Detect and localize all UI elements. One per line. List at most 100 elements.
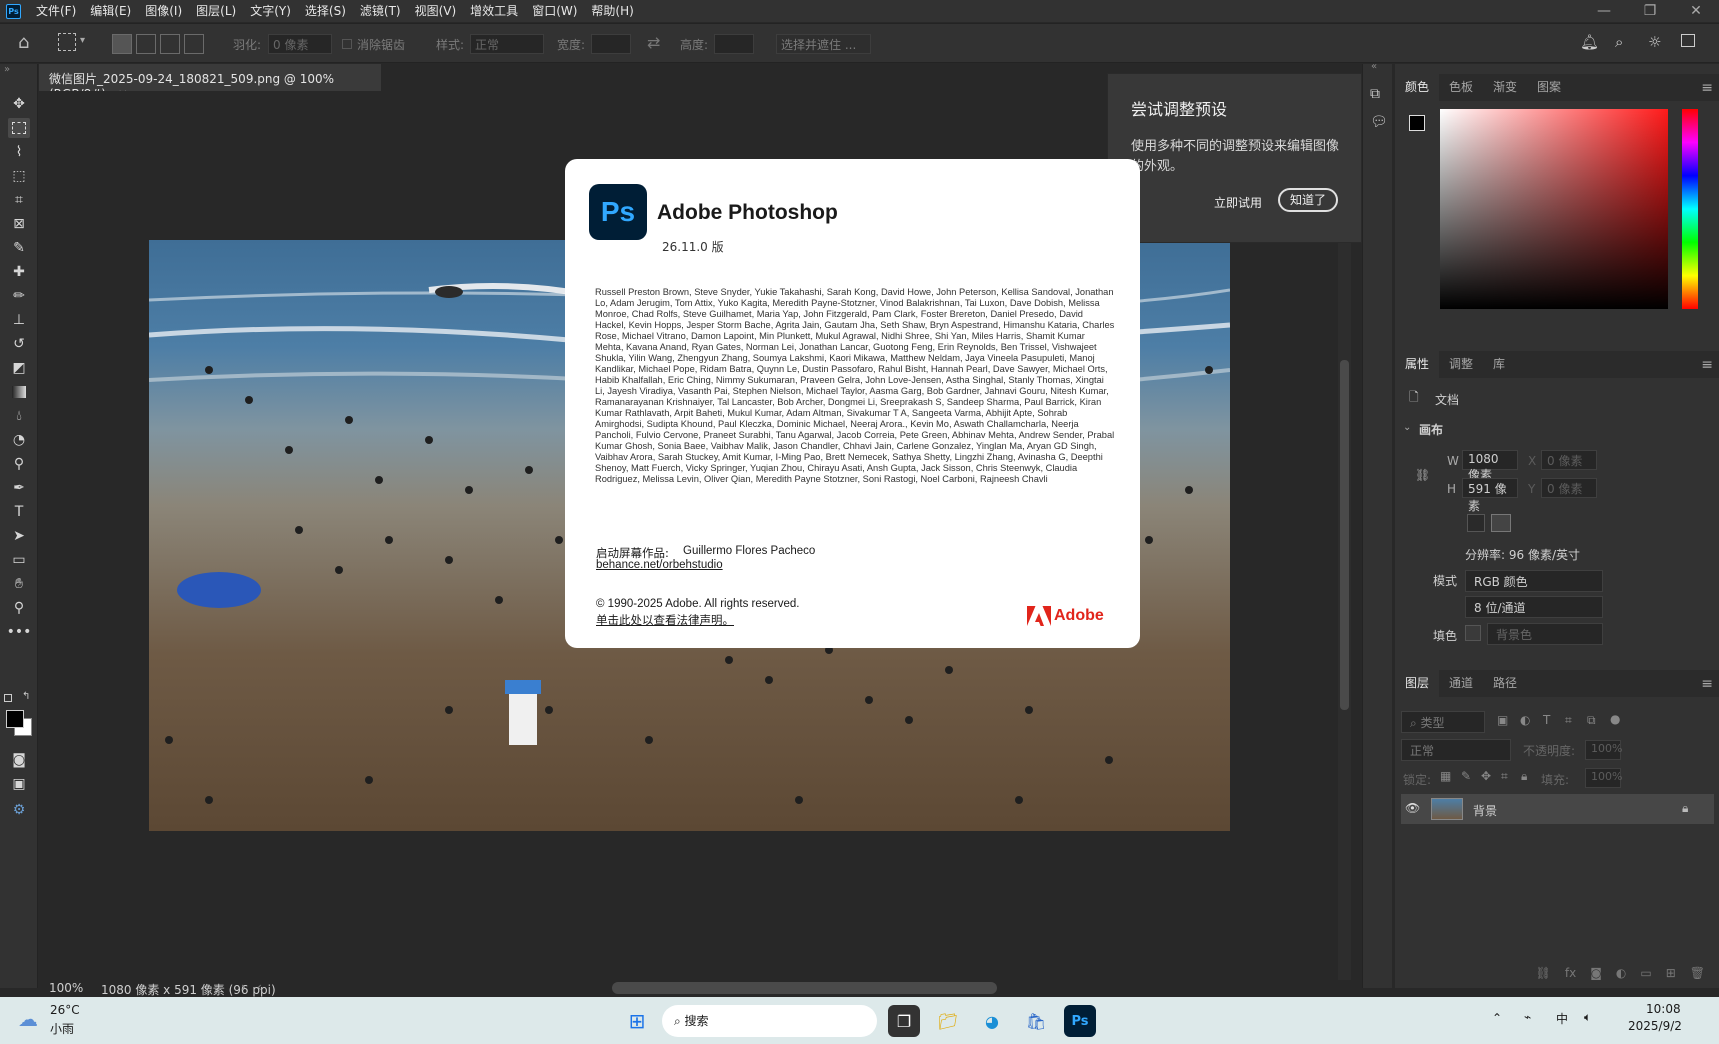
eyedropper-tool-icon[interactable]: ✎ (8, 238, 30, 258)
weather-temp[interactable]: 26°C (50, 1003, 80, 1017)
menu-window[interactable]: 窗口(W) (525, 0, 584, 22)
swap-colors-icon[interactable]: ↰ (22, 691, 30, 702)
burn-tool-icon[interactable]: ⚲ (8, 454, 30, 474)
opacity-input[interactable]: 100% (1585, 740, 1622, 760)
bit-depth-select[interactable]: 8 位/通道 (1465, 596, 1603, 618)
menu-filter[interactable]: 滤镜(T) (353, 0, 408, 22)
layer-name[interactable]: 背景 (1473, 802, 1497, 819)
add-selection-icon[interactable] (136, 34, 156, 54)
weather-desc[interactable]: 小雨 (50, 1020, 74, 1037)
dodge-tool-icon[interactable]: ◔ (8, 430, 30, 450)
layer-row[interactable]: 👁︎ 背景 🔒︎ (1401, 794, 1714, 824)
menu-file[interactable]: 文件(F) (29, 0, 83, 22)
color-field[interactable] (1440, 109, 1668, 309)
zoom-level[interactable]: 100% (49, 981, 83, 995)
screen-mode-icon[interactable]: ▣ (8, 774, 30, 794)
lock-position-icon[interactable]: ✥ (1481, 769, 1491, 783)
minimize-icon[interactable]: — (1581, 0, 1627, 22)
hue-slider[interactable] (1682, 109, 1698, 309)
canvas-width-input[interactable]: 1080 像素 (1462, 450, 1518, 482)
add-mask-icon[interactable]: ◙ (1590, 966, 1602, 988)
filter-pixel-icon[interactable]: ▣ (1497, 713, 1508, 727)
filter-smart-icon[interactable]: ⧉ (1587, 713, 1596, 728)
try-now-button[interactable]: 立即试用 (1214, 194, 1262, 211)
menu-help[interactable]: 帮助(H) (584, 0, 640, 22)
eye-icon[interactable]: 👁︎ (1405, 801, 1420, 815)
chevron-right-icon[interactable]: › (241, 980, 246, 994)
canvas-height-input[interactable]: 591 像素 (1462, 478, 1518, 513)
feather-input[interactable]: 0 像素 (268, 34, 332, 54)
tab-patterns[interactable]: 图案 (1527, 72, 1571, 101)
chevron-up-icon[interactable]: ⌃ (1492, 1011, 1502, 1025)
workspace-icon[interactable] (1681, 34, 1695, 47)
blur-tool-icon[interactable]: 💧︎ (8, 406, 30, 426)
menu-plugins[interactable]: 增效工具 (463, 0, 525, 22)
fill-swatch[interactable] (1465, 625, 1481, 641)
default-colors-icon[interactable] (4, 694, 12, 702)
fill-select[interactable]: 背景色 (1487, 623, 1603, 645)
object-select-tool-icon[interactable]: ⬚ (8, 166, 30, 186)
filter-toggle-icon[interactable]: ● (1610, 712, 1620, 726)
menu-view[interactable]: 视图(V) (408, 0, 464, 22)
swap-icon[interactable]: ⇄ (647, 33, 660, 52)
marquee-tool-icon[interactable] (8, 118, 30, 138)
horizontal-scroll-thumb[interactable] (612, 982, 997, 994)
gradient-tool-icon[interactable] (8, 382, 30, 402)
height-input[interactable] (714, 34, 754, 54)
task-view-icon[interactable]: ❐ (888, 1005, 920, 1037)
network-icon[interactable]: ⌁ (1524, 1010, 1531, 1024)
comment-icon[interactable]: 💬︎ (1370, 114, 1388, 130)
foreground-color-swatch[interactable] (6, 710, 24, 728)
healing-brush-tool-icon[interactable]: ✚ (8, 262, 30, 282)
discover-icon[interactable]: ☼ (1648, 33, 1661, 51)
taskbar-search[interactable]: ⌕ 搜索 (662, 1005, 877, 1037)
scroll-left-icon[interactable]: ‹ (257, 980, 262, 994)
hand-tool-icon[interactable]: ✋︎ (8, 574, 30, 594)
mode-select[interactable]: RGB 颜色 (1465, 570, 1603, 592)
zoom-tool-icon[interactable]: ⚲ (8, 598, 30, 618)
landscape-icon[interactable] (1491, 514, 1511, 532)
tab-adjustments[interactable]: 调整 (1439, 349, 1483, 378)
antialias-checkbox[interactable] (342, 39, 352, 49)
lock-pixels-icon[interactable]: ✎ (1461, 769, 1471, 783)
adjustment-layer-icon[interactable]: ◐ (1616, 966, 1626, 988)
clock-time[interactable]: 10:08 (1646, 1002, 1681, 1016)
search-icon[interactable]: ⌕ (1615, 33, 1623, 51)
fill-opacity-input[interactable]: 100% (1585, 768, 1622, 788)
intersect-selection-icon[interactable] (184, 34, 204, 54)
trash-icon[interactable]: 🗑︎ (1690, 966, 1705, 988)
clone-stamp-tool-icon[interactable]: ⊥ (8, 310, 30, 330)
menu-select[interactable]: 选择(S) (298, 0, 353, 22)
pen-tool-icon[interactable]: ✒ (8, 478, 30, 498)
legal-notice-link[interactable]: 单击此处以查看法律声明。 (596, 612, 734, 628)
menu-type[interactable]: 文字(Y) (243, 0, 298, 22)
about-dialog[interactable]: Ps Adobe Photoshop 26.11.0 版 Russell Pre… (565, 159, 1140, 648)
tab-channels[interactable]: 通道 (1439, 668, 1483, 697)
tab-layers[interactable]: 图层 (1395, 668, 1440, 697)
frame-tool-icon[interactable]: ⊠ (8, 214, 30, 234)
eraser-tool-icon[interactable]: ◩ (8, 358, 30, 378)
notification-icon[interactable]: 🔔︎ (1580, 33, 1599, 51)
style-select[interactable]: 正常 (470, 34, 544, 54)
layer-filter-select[interactable]: ⌕ 类型 (1401, 711, 1485, 733)
portrait-icon[interactable] (1467, 514, 1485, 532)
lasso-tool-icon[interactable]: ⌇ (8, 142, 30, 162)
file-explorer-icon[interactable]: 📁︎ (932, 1005, 964, 1037)
history-icon[interactable]: ⧉ (1370, 86, 1380, 102)
lock-transparent-icon[interactable]: ▦ (1440, 769, 1451, 783)
clock-date[interactable]: 2025/9/2 (1628, 1019, 1682, 1033)
close-icon[interactable]: ✕ (1673, 0, 1719, 22)
select-and-mask-button[interactable]: 选择并遮住 ... (776, 34, 871, 54)
subtract-selection-icon[interactable] (160, 34, 180, 54)
more-tools-icon[interactable]: ••• (7, 622, 32, 642)
tab-color[interactable]: 颜色 (1395, 72, 1440, 101)
tab-gradients[interactable]: 渐变 (1483, 72, 1527, 101)
panel-menu-icon[interactable]: ≡ (1701, 357, 1713, 373)
edge-icon[interactable]: ◕ (976, 1005, 1008, 1037)
home-icon[interactable]: ⌂ (18, 32, 29, 53)
tab-paths[interactable]: 路径 (1483, 668, 1527, 697)
lock-artboard-icon[interactable]: ⌗ (1501, 769, 1508, 784)
panel-menu-icon[interactable]: ≡ (1701, 80, 1713, 96)
document-tab[interactable]: 微信图片_2025-09-24_180821_509.png @ 100%(RG… (39, 64, 381, 101)
volume-icon[interactable]: 🔈︎ (1584, 1010, 1591, 1025)
